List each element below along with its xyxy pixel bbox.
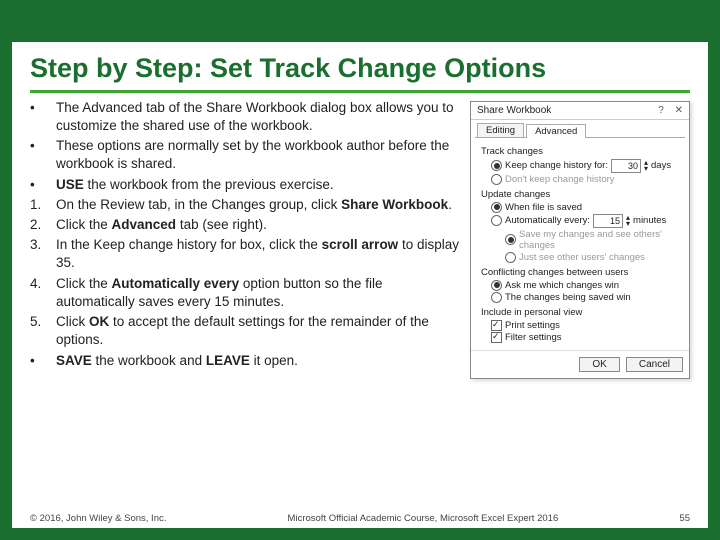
tab-editing[interactable]: Editing	[477, 123, 524, 137]
label-print-settings: Print settings	[505, 320, 560, 331]
group-track-changes: Track changes	[481, 146, 679, 157]
list-marker: 2.	[30, 216, 56, 234]
dialog-tabs: Editing Advanced	[471, 120, 689, 137]
dialog-buttons: OK Cancel	[471, 350, 689, 378]
group-personal-view: Include in personal view	[481, 307, 679, 318]
row-save-mine: Save my changes and see others' changes	[505, 229, 679, 251]
group-update-changes: Update changes	[481, 189, 679, 200]
list-text: In the Keep change history for box, clic…	[56, 236, 460, 272]
slide-footer: © 2016, John Wiley & Sons, Inc. Microsof…	[30, 513, 690, 524]
radio-ask-me[interactable]	[491, 280, 502, 291]
row-ask-me: Ask me which changes win	[491, 280, 679, 291]
list-text: Click the Automatically every option but…	[56, 275, 460, 311]
tab-body: Track changes Keep change history for: 3…	[475, 137, 685, 350]
label-ask-me: Ask me which changes win	[505, 280, 619, 291]
row-dont-keep: Don't keep change history	[491, 174, 679, 185]
radio-save-mine[interactable]	[505, 234, 516, 245]
page-title: Step by Step: Set Track Change Options	[30, 54, 690, 93]
radio-dont-keep[interactable]	[491, 174, 502, 185]
cancel-button[interactable]: Cancel	[626, 357, 683, 372]
list-item: 3.In the Keep change history for box, cl…	[30, 236, 460, 272]
footer-left: © 2016, John Wiley & Sons, Inc.	[30, 513, 166, 524]
list-item: •These options are normally set by the w…	[30, 137, 460, 173]
group-conflict: Conflicting changes between users	[481, 267, 679, 278]
page-number: 55	[679, 513, 690, 524]
radio-keep-history[interactable]	[491, 160, 502, 171]
input-auto-minutes[interactable]: 15	[593, 214, 623, 228]
check-print-settings[interactable]	[491, 320, 502, 331]
close-icon[interactable]: ✕	[675, 105, 683, 116]
label-keep-history: Keep change history for:	[505, 160, 608, 171]
input-history-days[interactable]: 30	[611, 159, 641, 173]
list-text: USE the workbook from the previous exerc…	[56, 176, 334, 194]
spinner-icon[interactable]: ▴▾	[644, 160, 648, 172]
row-filter-settings: Filter settings	[491, 332, 679, 343]
label-saved-win: The changes being saved win	[505, 292, 631, 303]
label-when-saved: When file is saved	[505, 202, 582, 213]
list-marker: 5.	[30, 313, 56, 349]
row-keep-history: Keep change history for: 30 ▴▾ days	[491, 159, 679, 173]
row-when-saved: When file is saved	[491, 202, 679, 213]
share-workbook-dialog: Share Workbook ? ✕ Editing Advanced Trac…	[470, 101, 690, 379]
list-marker: •	[30, 352, 56, 370]
list-marker: •	[30, 99, 56, 135]
list-marker: •	[30, 137, 56, 173]
list-item: 4.Click the Automatically every option b…	[30, 275, 460, 311]
radio-saved-win[interactable]	[491, 292, 502, 303]
list-marker: •	[30, 176, 56, 194]
label-just-see: Just see other users' changes	[519, 252, 645, 263]
row-saved-win: The changes being saved win	[491, 292, 679, 303]
footer-center: Microsoft Official Academic Course, Micr…	[166, 513, 679, 524]
radio-when-saved[interactable]	[491, 202, 502, 213]
dialog-title-controls: ? ✕	[650, 105, 683, 116]
radio-auto-every[interactable]	[491, 215, 502, 226]
ok-button[interactable]: OK	[579, 357, 619, 372]
list-item: 1.On the Review tab, in the Changes grou…	[30, 196, 460, 214]
list-marker: 3.	[30, 236, 56, 272]
radio-just-see[interactable]	[505, 252, 516, 263]
row-auto-every: Automatically every: 15 ▴▾ minutes	[491, 214, 679, 228]
row-print-settings: Print settings	[491, 320, 679, 331]
label-days: days	[651, 160, 671, 171]
slide-frame: Step by Step: Set Track Change Options •…	[0, 0, 720, 540]
list-text: These options are normally set by the wo…	[56, 137, 460, 173]
list-text: On the Review tab, in the Changes group,…	[56, 196, 452, 214]
list-text: The Advanced tab of the Share Workbook d…	[56, 99, 460, 135]
list-text: Click the Advanced tab (see right).	[56, 216, 267, 234]
label-auto-every: Automatically every:	[505, 215, 590, 226]
dialog-titlebar: Share Workbook ? ✕	[471, 102, 689, 120]
list-item: 2.Click the Advanced tab (see right).	[30, 216, 460, 234]
content-row: •The Advanced tab of the Share Workbook …	[30, 99, 690, 379]
label-dont-keep: Don't keep change history	[505, 174, 615, 185]
check-filter-settings[interactable]	[491, 332, 502, 343]
list-marker: 1.	[30, 196, 56, 214]
spinner-icon[interactable]: ▴▾	[626, 215, 630, 227]
row-just-see: Just see other users' changes	[505, 252, 679, 263]
help-icon[interactable]: ?	[658, 105, 664, 116]
label-filter-settings: Filter settings	[505, 332, 562, 343]
list-item: •SAVE the workbook and LEAVE it open.	[30, 352, 460, 370]
list-text: Click OK to accept the default settings …	[56, 313, 460, 349]
bullet-list: •The Advanced tab of the Share Workbook …	[30, 99, 460, 370]
label-minutes: minutes	[633, 215, 666, 226]
tab-advanced[interactable]: Advanced	[526, 124, 586, 138]
list-marker: 4.	[30, 275, 56, 311]
label-save-mine: Save my changes and see others' changes	[519, 229, 679, 251]
list-item: •USE the workbook from the previous exer…	[30, 176, 460, 194]
dialog-title-text: Share Workbook	[477, 105, 551, 116]
text-column: •The Advanced tab of the Share Workbook …	[30, 99, 460, 379]
list-item: •The Advanced tab of the Share Workbook …	[30, 99, 460, 135]
list-text: SAVE the workbook and LEAVE it open.	[56, 352, 298, 370]
list-item: 5.Click OK to accept the default setting…	[30, 313, 460, 349]
